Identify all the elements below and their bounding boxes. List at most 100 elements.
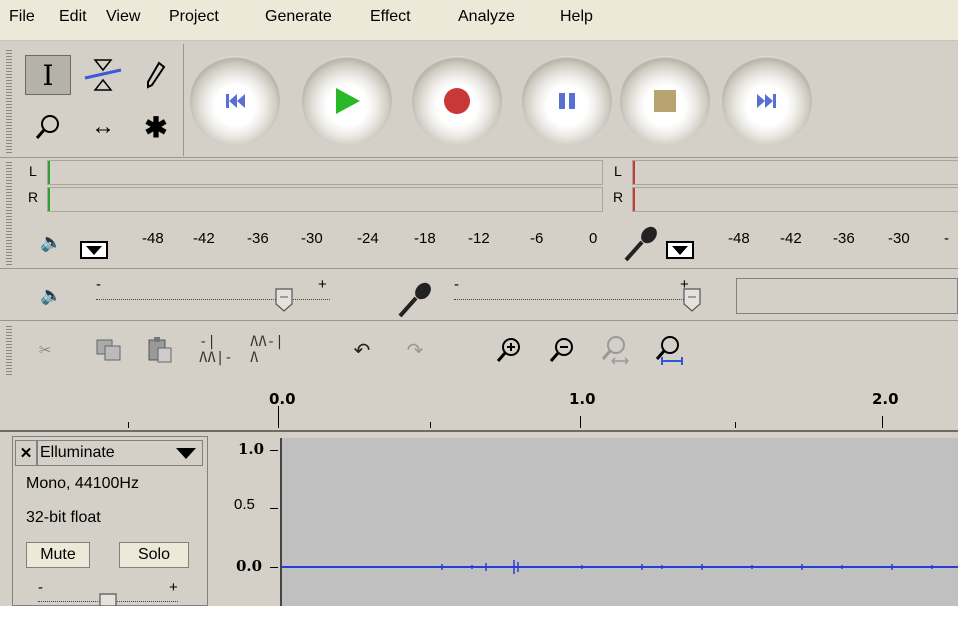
ruler-tick bbox=[735, 422, 736, 428]
mute-label: Mute bbox=[40, 546, 76, 563]
menu-view[interactable]: View bbox=[106, 8, 140, 26]
skip-start-icon bbox=[226, 94, 245, 108]
mute-button[interactable]: Mute bbox=[26, 542, 90, 568]
zoom-tool-button[interactable] bbox=[25, 107, 71, 147]
trim-icon: -|ɅɅ|- bbox=[199, 334, 233, 366]
menu-edit[interactable]: Edit bbox=[59, 8, 87, 26]
paste-button[interactable] bbox=[143, 333, 177, 367]
microphone-icon bbox=[398, 282, 431, 318]
scissors-icon: ✂ bbox=[38, 342, 52, 359]
track-sample-format: 32-bit float bbox=[26, 509, 101, 526]
waveform-area[interactable] bbox=[280, 438, 958, 606]
meter-toolbar-grip[interactable] bbox=[6, 162, 12, 266]
playback-right-bar bbox=[47, 187, 603, 212]
stop-button[interactable] bbox=[620, 56, 710, 146]
microphone-icon bbox=[624, 226, 657, 262]
zoom-out-icon bbox=[549, 338, 573, 362]
chevron-down-icon bbox=[86, 246, 102, 255]
toolbar-divider bbox=[183, 44, 184, 156]
input-slider-track[interactable] bbox=[454, 299, 694, 301]
solo-button[interactable]: Solo bbox=[119, 542, 189, 568]
record-right-bar bbox=[632, 187, 958, 212]
speaker-icon: 🔈 bbox=[40, 285, 63, 305]
menu-effect[interactable]: Effect bbox=[370, 8, 411, 26]
trim-audio-button[interactable]: -|ɅɅ|- bbox=[199, 333, 233, 367]
record-icon bbox=[444, 88, 470, 114]
playback-meter-dropdown[interactable] bbox=[80, 241, 108, 259]
record-button[interactable] bbox=[412, 56, 502, 146]
menu-analyze[interactable]: Analyze bbox=[458, 8, 515, 26]
ruler-tick bbox=[278, 406, 279, 428]
zoom-out-button[interactable] bbox=[545, 333, 579, 367]
zoom-in-icon bbox=[496, 338, 520, 362]
trim-button[interactable]: ✂ bbox=[28, 333, 62, 367]
skip-to-end-button[interactable] bbox=[722, 56, 812, 146]
fit-project-icon bbox=[655, 336, 683, 365]
redo-icon: ↷ bbox=[406, 339, 424, 362]
playback-left-bar bbox=[47, 160, 603, 185]
play-button[interactable] bbox=[302, 56, 392, 146]
record-left-label: L bbox=[614, 163, 622, 179]
track-close-button[interactable]: ✕ bbox=[15, 440, 37, 466]
pause-icon bbox=[559, 93, 575, 109]
menu-generate[interactable]: Generate bbox=[265, 8, 332, 26]
multi-tool-button[interactable]: ✱ bbox=[133, 107, 179, 147]
scale-label: 1.0 bbox=[238, 440, 265, 458]
meter-tick: -48 bbox=[728, 230, 750, 247]
meter-tick: -24 bbox=[357, 230, 379, 247]
divider bbox=[0, 268, 958, 269]
edit-toolbar-grip[interactable] bbox=[6, 326, 12, 376]
copy-icon bbox=[96, 339, 121, 361]
menu-project[interactable]: Project bbox=[169, 8, 219, 26]
scale-tick bbox=[270, 450, 278, 451]
undo-button[interactable]: ↶ bbox=[345, 333, 379, 367]
pause-button[interactable] bbox=[522, 56, 612, 146]
copy-button[interactable] bbox=[92, 333, 126, 367]
ruler-label: 0.0 bbox=[269, 390, 296, 408]
gain-slider-thumb[interactable] bbox=[99, 593, 117, 606]
gain-plus: + bbox=[169, 579, 178, 596]
zoom-in-button[interactable] bbox=[492, 333, 526, 367]
playback-right-label: R bbox=[28, 189, 39, 205]
menu-file[interactable]: File bbox=[9, 8, 35, 26]
volume-slider-thumb[interactable] bbox=[275, 288, 293, 312]
scale-label: 0.0 bbox=[236, 557, 263, 575]
timeline-ruler[interactable]: 0.0 1.0 2.0 bbox=[0, 386, 958, 432]
meter-tick: -6 bbox=[530, 230, 544, 247]
volume-slider-track[interactable] bbox=[96, 299, 330, 301]
silence-icon: ɅɅ-|Ʌ bbox=[250, 334, 284, 366]
scale-tick bbox=[270, 567, 278, 568]
skip-to-start-button[interactable] bbox=[190, 56, 280, 146]
toolbar-grip[interactable] bbox=[6, 50, 12, 154]
ruler-tick bbox=[580, 416, 581, 428]
record-right-label: R bbox=[613, 189, 624, 205]
redo-button[interactable]: ↷ bbox=[398, 333, 432, 367]
divider bbox=[0, 320, 958, 321]
timeshift-tool-button[interactable]: ↔ bbox=[80, 107, 126, 147]
meter-tick: -48 bbox=[142, 230, 164, 247]
menu-help[interactable]: Help bbox=[560, 8, 593, 26]
fit-project-button[interactable] bbox=[652, 333, 686, 367]
ruler-tick bbox=[128, 422, 129, 428]
undo-icon: ↶ bbox=[353, 339, 371, 362]
envelope-tool-button[interactable] bbox=[80, 55, 126, 95]
asterisk-icon: ✱ bbox=[144, 111, 168, 143]
scale-tick bbox=[270, 508, 278, 509]
fit-selection-icon bbox=[601, 336, 629, 365]
draw-tool-button[interactable] bbox=[133, 55, 179, 95]
input-slider-thumb[interactable] bbox=[683, 288, 701, 312]
menu-bar: File Edit View Project Generate Effect A… bbox=[0, 0, 958, 41]
meter-tick: -30 bbox=[888, 230, 910, 247]
volume-minus: - bbox=[96, 276, 101, 293]
record-meter-dropdown[interactable] bbox=[666, 241, 694, 259]
input-source-select[interactable] bbox=[736, 278, 958, 314]
silence-button[interactable]: ɅɅ-|Ʌ bbox=[250, 333, 284, 367]
selection-tool-button[interactable]: I bbox=[25, 55, 71, 95]
fit-selection-button[interactable] bbox=[598, 333, 632, 367]
scale-label: 0.5 bbox=[234, 496, 255, 513]
background-edge bbox=[958, 0, 978, 630]
gain-minus: - bbox=[38, 579, 43, 596]
track-name-menu[interactable]: Elluminate bbox=[37, 440, 203, 466]
meter-tick: -12 bbox=[468, 230, 490, 247]
record-left-bar bbox=[632, 160, 958, 185]
